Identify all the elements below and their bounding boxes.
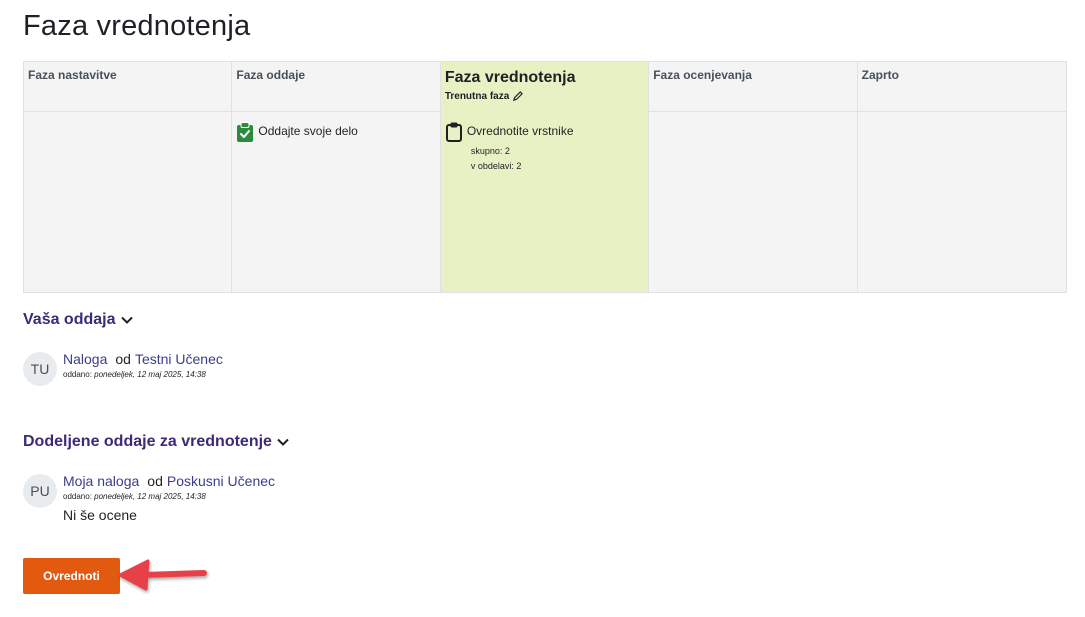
task-info-pending: v obdelavi: 2	[470, 161, 522, 171]
phase-submission: Faza oddaje Oddajte svoje delo	[232, 62, 441, 292]
by-label: od	[147, 473, 163, 489]
avatar: TU	[23, 352, 57, 386]
task-label: Ovrednotite vrstnike	[466, 124, 574, 138]
phase-name: Faza nastavitve	[28, 68, 117, 82]
phase-name: Zaprto	[861, 68, 899, 82]
current-phase-label: Trenutna faza	[445, 91, 644, 102]
annotation-arrow-icon	[118, 559, 207, 591]
phase-assessment: Faza vrednotenja Trenutna faza Ovrednoti…	[440, 62, 650, 292]
check-clipboard-icon	[236, 122, 254, 142]
chevron-down-icon	[120, 316, 133, 324]
submitted-date: oddano: ponedeljek, 12 maj 2025, 14:38	[63, 370, 206, 379]
your-submission-heading[interactable]: Vaša oddaja	[23, 311, 134, 329]
phase-name: Faza ocenjevanja	[653, 68, 752, 82]
grade-status: Ni še ocene	[63, 507, 137, 523]
author-link[interactable]: Testni Učenec	[135, 351, 223, 367]
author-link[interactable]: Poskusni Učenec	[167, 473, 275, 489]
assigned-submission-item: PU Moja naloga od Poskusni Učenec oddano…	[23, 473, 275, 523]
clipboard-icon	[445, 122, 463, 142]
assess-button[interactable]: Ovrednoti	[23, 558, 120, 594]
assigned-submissions-heading[interactable]: Dodeljene oddaje za vrednotenje	[23, 433, 290, 451]
pencil-icon	[513, 91, 524, 102]
page-title: Faza vrednotenja	[23, 10, 251, 42]
task-info: skupno: 2 v obdelavi: 2	[445, 144, 644, 174]
avatar: PU	[23, 474, 57, 508]
task-submit-work: Oddajte svoje delo	[236, 122, 435, 142]
phase-closed: Zaprto	[857, 62, 1067, 292]
your-submission-item: TU Naloga od Testni Učenec oddano: poned…	[23, 351, 223, 386]
task-assess-peers: Ovrednotite vrstnike	[445, 122, 644, 142]
submission-title-link[interactable]: Naloga	[63, 351, 107, 367]
phase-name: Faza vrednotenja	[444, 69, 576, 86]
task-info-total: skupno: 2	[470, 146, 510, 156]
phase-setup: Faza nastavitve	[24, 62, 233, 292]
submission-title-link[interactable]: Moja naloga	[63, 473, 139, 489]
task-label: Oddajte svoje delo	[258, 124, 358, 138]
submitted-date: oddano: ponedeljek, 12 maj 2025, 14:38	[63, 492, 206, 501]
phase-grading: Faza ocenjevanja	[649, 62, 858, 292]
phase-grid: Faza nastavitve Faza oddaje Oddajte svoj…	[23, 61, 1067, 293]
phase-name: Faza oddaje	[236, 68, 306, 82]
chevron-down-icon	[277, 438, 289, 446]
by-label: od	[115, 351, 131, 367]
